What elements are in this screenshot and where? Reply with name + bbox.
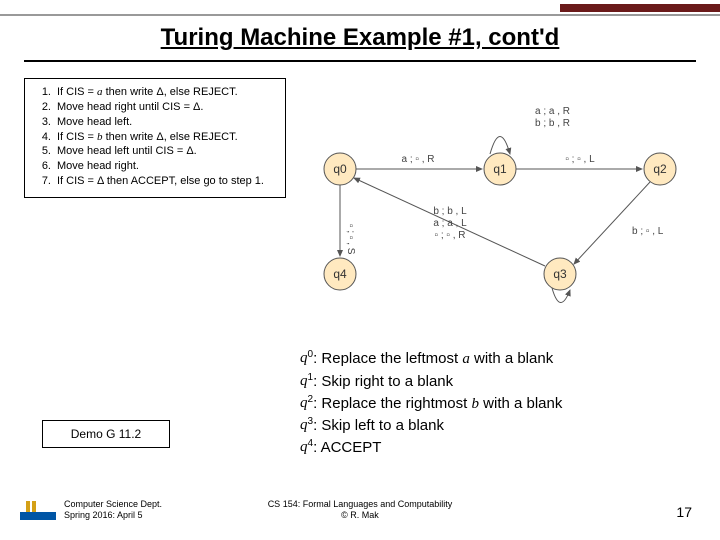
- algo-step: 2.Move head right until CIS = Δ.: [33, 100, 277, 115]
- edge-q3-loop-b: b ; b , L: [433, 206, 467, 217]
- algo-step: 3.Move head left.: [33, 115, 277, 130]
- edge-q0-q1: a ; ▫ , R: [402, 154, 435, 165]
- edge-q1-loop-b: b ; b , R: [535, 118, 570, 129]
- state-descriptions: q0: Replace the leftmost a with a blankq…: [300, 348, 562, 459]
- node-q3: q3: [553, 267, 567, 281]
- algo-step: 6.Move head right.: [33, 159, 277, 174]
- accent-bar: [560, 4, 720, 12]
- edge-q3-loop-a: a ; a , L: [433, 218, 467, 229]
- edge-q3-q0: ▫ ; ▫ , R: [435, 230, 466, 241]
- state-diagram: q0 q1 q2 q3 q4 a ; ▫ , R a ; a , R b ; b…: [300, 74, 700, 304]
- edge-q2-q3: b ; ▫ , L: [632, 226, 664, 237]
- footer-center: CS 154: Formal Languages and Computabili…: [0, 499, 720, 522]
- algorithm-box: 1.If CIS = a then write Δ, else REJECT.2…: [24, 78, 286, 198]
- edge-q0-q4: ▫ ; ▫ , S: [345, 224, 356, 255]
- node-q0: q0: [333, 162, 347, 176]
- algo-step: 4.If CIS = b then write Δ, else REJECT.: [33, 130, 277, 145]
- page-title: Turing Machine Example #1, cont'd: [0, 24, 720, 52]
- divider-top: [0, 14, 720, 16]
- state-row: q0: Replace the leftmost a with a blank: [300, 348, 562, 371]
- edge-q1-q2: ▫ ; ▫ , L: [565, 154, 595, 165]
- node-q1: q1: [493, 162, 507, 176]
- algo-step: 1.If CIS = a then write Δ, else REJECT.: [33, 85, 277, 100]
- state-row: q4: ACCEPT: [300, 437, 562, 459]
- demo-box: Demo G 11.2: [42, 420, 170, 448]
- node-q4: q4: [333, 267, 347, 281]
- edge-q1-loop-a: a ; a , R: [535, 106, 570, 117]
- node-q2: q2: [653, 162, 667, 176]
- page-number: 17: [676, 504, 692, 520]
- title-underline: [24, 60, 696, 62]
- state-row: q3: Skip left to a blank: [300, 415, 562, 437]
- state-row: q2: Replace the rightmost b with a blank: [300, 393, 562, 416]
- algo-step: 7.If CIS = Δ then ACCEPT, else go to ste…: [33, 174, 277, 189]
- state-row: q1: Skip right to a blank: [300, 371, 562, 393]
- algo-step: 5.Move head left until CIS = Δ.: [33, 144, 277, 159]
